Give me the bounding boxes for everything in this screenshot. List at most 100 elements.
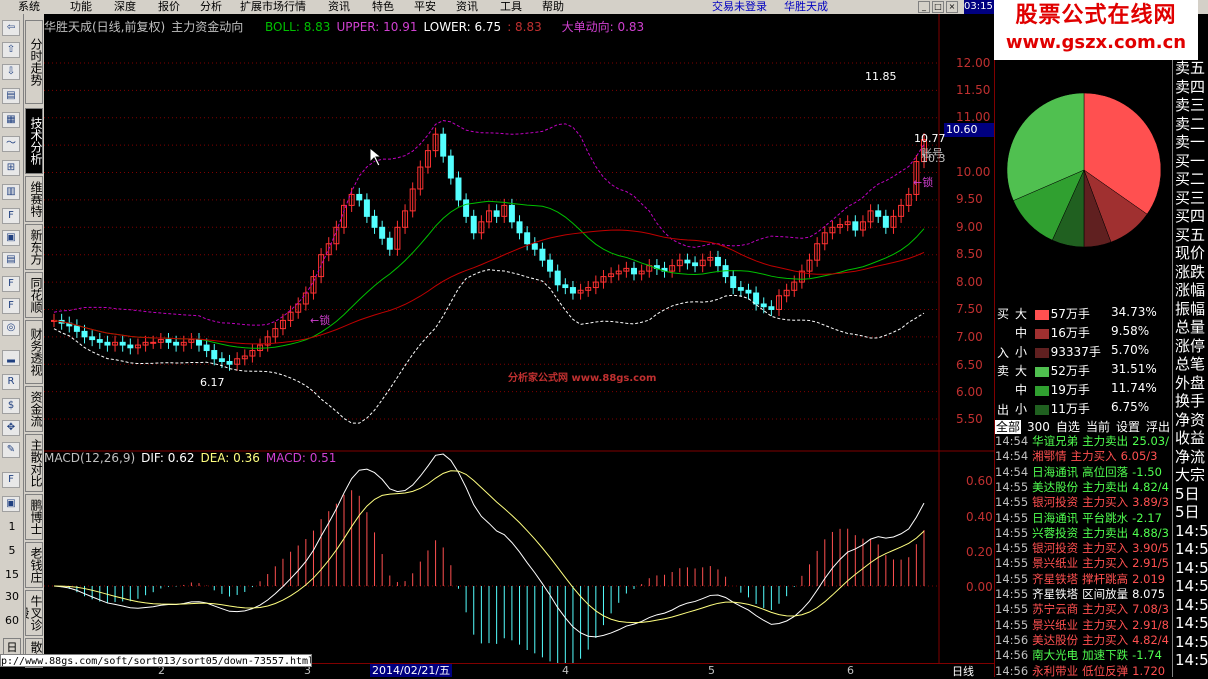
table-icon[interactable]: ▥ [2,184,20,200]
tab-tonghuashun[interactable]: 同花顺 [25,272,43,318]
period-15min[interactable]: 15 [0,568,24,581]
clock: 03:15:02 [964,0,1009,14]
chart-area[interactable]: 华胜天成(日线,前复权) 主力资金动向 BOLL: 8.83 UPPER: 10.9… [44,14,994,663]
ticker-action: 主力买入 [1082,495,1129,510]
tab-weisaite[interactable]: 维赛特 [25,176,43,222]
ticker-row[interactable]: 14:54 湘鄂情 主力买入 6.05/3 [995,449,1173,464]
fio-icon[interactable]: F [2,208,20,224]
candle-body [150,341,157,344]
buy-side-label: 买 [997,307,1010,321]
quote-label: 收益 [1175,429,1206,447]
tab-xindongfang[interactable]: 新东方 [25,224,43,270]
back-arrow-icon[interactable]: ⇦ [2,20,20,36]
flow-size: 小 [1015,402,1028,416]
menu-info-2[interactable]: 资讯 [456,0,478,14]
candle-body [463,199,470,217]
menu-help[interactable]: 帮助 [542,0,564,14]
tab-diagnosis[interactable]: 牛叉诊股 [25,590,43,636]
ticker-row[interactable]: 14:54 日海通讯 高位回落 -1.50 [995,465,1173,480]
book-icon[interactable]: ▣ [2,496,20,512]
close-icon[interactable]: × [946,1,958,13]
notes-icon[interactable]: ▤ [2,252,20,268]
menu-tools[interactable]: 工具 [500,0,522,14]
kline-svg[interactable] [44,14,994,663]
rsi-icon[interactable]: R [2,374,20,390]
menu-extended-market[interactable]: 扩展市场行情 [240,0,306,14]
y-tick: 8.50 [956,247,983,261]
ticker-name: 景兴纸业 [1032,556,1079,571]
y-tick: 7.50 [956,302,983,316]
menu-quote[interactable]: 报价 [158,0,180,14]
ticker-row[interactable]: 14:55 银河投资 主力买入 3.89/3 [995,495,1173,510]
ticker-row[interactable]: 14:55 兴蓉投资 主力卖出 4.88/3 [995,526,1173,541]
period-30min[interactable]: 30 [0,590,24,603]
tab-fund-flow[interactable]: 资金流 [25,386,43,432]
ticker-row[interactable]: 14:56 南大光电 加速下跌 -1.74 [995,648,1173,663]
ticker-row[interactable]: 14:55 齐星铁塔 撑杆跳高 2.019 [995,572,1173,587]
tab-intraday[interactable]: 分时走势 [25,20,43,104]
list-tab-settings[interactable]: 设置 [1116,420,1140,434]
tab-finance-view[interactable]: 财务透视 [25,320,43,384]
pencil-icon[interactable]: ✎ [2,442,20,458]
restore-icon[interactable]: □ [932,1,944,13]
menu-depth[interactable]: 深度 [114,0,136,14]
period-1min[interactable]: 1 [0,520,24,533]
ticker-row[interactable]: 14:55 美达股份 主力卖出 4.82/4 [995,480,1173,495]
flow-row: 小 93337手 [1015,343,1101,360]
ticker-row[interactable]: 14:55 齐星铁塔 区间放量 8.075 [995,587,1173,602]
ticker-row[interactable]: 14:54 华谊兄弟 主力卖出 25.03/ [995,434,1173,449]
list-tab-300[interactable]: 300 [1027,420,1050,434]
menu-function[interactable]: 功能 [70,0,92,14]
finance-icon[interactable]: ▣ [2,230,20,246]
minimize-icon[interactable]: _ [918,1,930,13]
list-tab-watch[interactable]: 自选 [1056,420,1080,434]
ticker-row[interactable]: 14:56 美达股份 主力买入 4.82/4 [995,633,1173,648]
line-chart-icon[interactable]: 〜 [2,136,20,152]
price-label-b: 10.3 [921,152,946,165]
y-tick: 8.00 [956,275,983,289]
candle-body [737,287,744,291]
list-tab-float[interactable]: 浮出 [1146,420,1170,434]
dollar-icon[interactable]: $ [2,398,20,414]
tab-technical[interactable]: 技术分析 [25,108,43,174]
ticker-row[interactable]: 14:55 日海通讯 平台跳水 -2.17 [995,511,1173,526]
circle-icon[interactable]: ◎ [2,320,20,336]
grid-icon[interactable]: ▦ [2,112,20,128]
down-arrow-icon[interactable]: ⇩ [2,64,20,80]
f5-icon[interactable]: F [2,472,20,488]
menu-analysis[interactable]: 分析 [200,0,222,14]
candle-body [119,341,126,346]
candle-body [852,221,859,231]
menu-system[interactable]: 系统 [18,0,40,14]
candle-chart-icon[interactable]: ⊞ [2,160,20,176]
ticker-value: -1.74 [1132,648,1162,663]
menu-info-1[interactable]: 资讯 [328,0,350,14]
menu-pingan[interactable]: 平安 [414,0,436,14]
list-tab-all[interactable]: 全部 [995,420,1022,434]
f12-icon[interactable]: F [2,276,20,292]
ticker-row[interactable]: 14:55 景兴纸业 主力买入 2.91/8 [995,618,1173,633]
ticker-row[interactable]: 14:55 银河投资 主力买入 3.90/5 [995,541,1173,556]
period-60min[interactable]: 60 [0,614,24,627]
ticker-row[interactable]: 14:56 永利带业 低位反弹 1.720 [995,664,1173,679]
tab-main-vs-retail[interactable]: 主散对比 [25,434,43,492]
candle-body [882,215,889,228]
list-tabs: 全部300自选当前设置浮出扩 [995,418,1188,434]
report-icon[interactable]: ▤ [2,88,20,104]
up-arrow-icon[interactable]: ⇧ [2,42,20,58]
menu-featured[interactable]: 特色 [372,0,394,14]
trade-login-status[interactable]: 交易未登录 [712,0,767,14]
period-5min[interactable]: 5 [0,544,24,557]
list-tab-current[interactable]: 当前 [1086,420,1110,434]
ticker-row[interactable]: 14:55 苏宁云商 主力买入 7.08/3 [995,602,1173,617]
right-panel: 买 入 卖 出 大 57万手 34.73% 中 16万手 9.58% 小 933… [994,14,1188,679]
f10-icon[interactable]: F [2,298,20,314]
ticker-action: 主力买入 [1082,617,1129,632]
volume-icon[interactable]: ▂ [2,350,20,366]
ticker-time: 14:56 [995,648,1029,663]
tab-pengboshi[interactable]: 鹏博士 [25,494,43,540]
candle-body [226,360,233,365]
move-icon[interactable]: ✥ [2,420,20,436]
ticker-row[interactable]: 14:55 景兴纸业 主力买入 2.91/5 [995,556,1173,571]
tab-laoqianzhuang[interactable]: 老钱庄 [25,542,43,588]
